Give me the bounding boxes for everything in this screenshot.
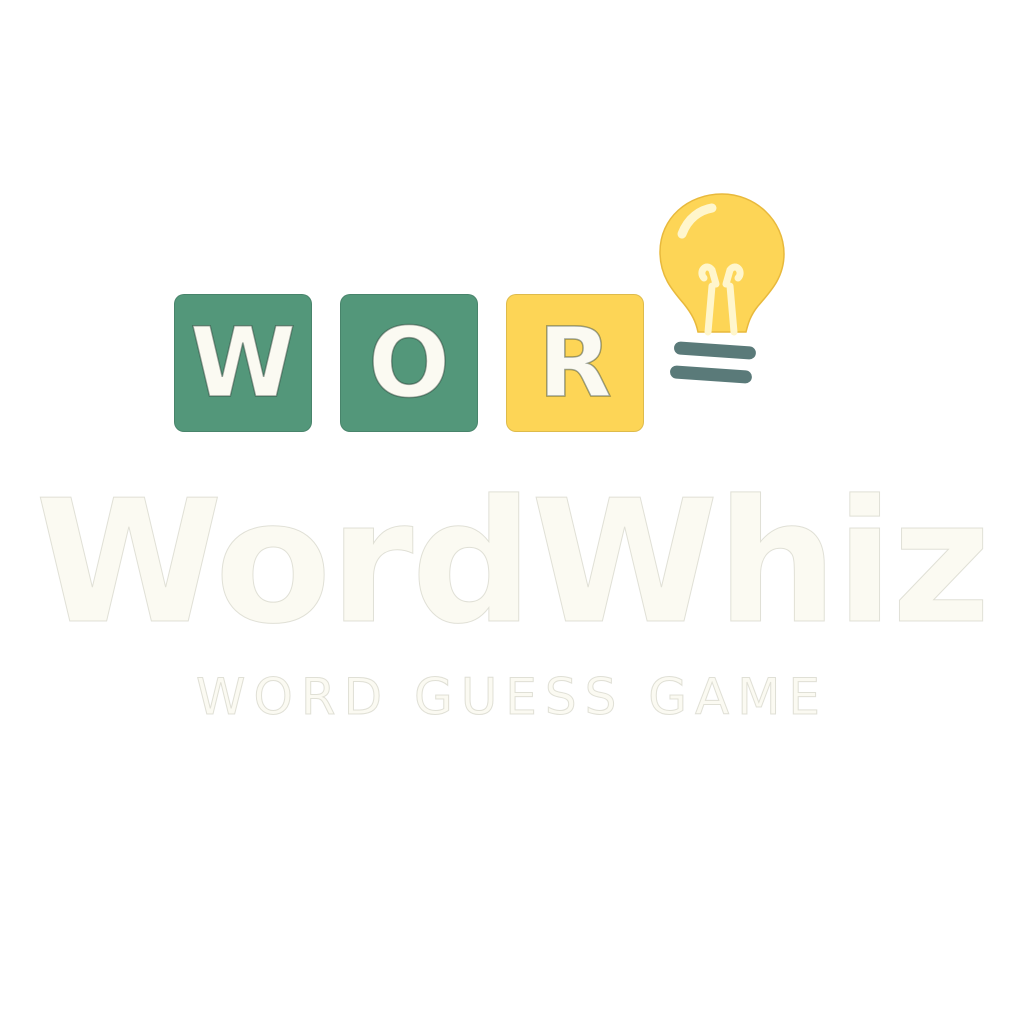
app-subtitle: WORD GUESS GAME (196, 668, 828, 726)
tile-letter: O (367, 307, 450, 419)
letter-tile-w: W (174, 294, 312, 432)
letter-tile-r: R (506, 294, 644, 432)
logo: W O R (0, 0, 1024, 460)
splash-screen: W O R WordWhiz WORD GUESS GAME (0, 0, 1024, 1024)
letter-tiles: W O R (174, 294, 644, 432)
bulb-glass (659, 193, 785, 333)
tile-letter: R (537, 307, 612, 419)
app-title: WordWhiz (35, 464, 992, 662)
letter-tile-o: O (340, 294, 478, 432)
bulb-base-ring (674, 341, 756, 360)
bulb-base-ring (670, 365, 752, 384)
tile-letter: W (189, 307, 296, 419)
lightbulb-icon (659, 193, 785, 384)
